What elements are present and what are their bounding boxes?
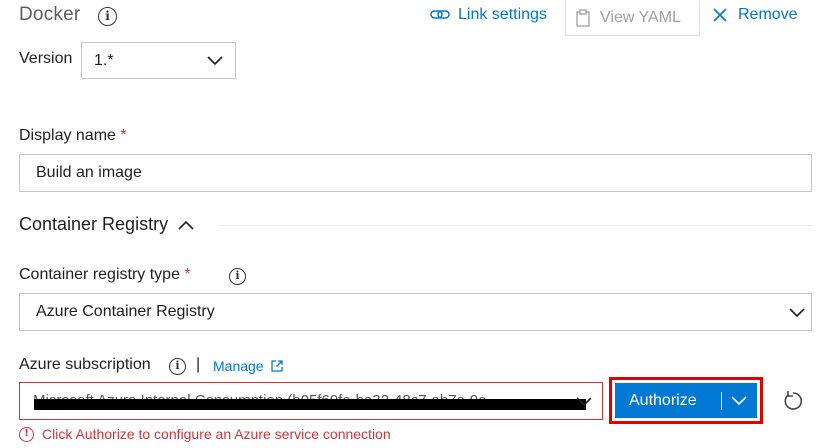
link-icon	[430, 10, 450, 19]
chevron-down-icon	[576, 397, 592, 407]
external-link-icon	[270, 360, 283, 372]
registry-type-select[interactable]: Azure Container Registry	[19, 293, 812, 331]
registry-type-value: Azure Container Registry	[36, 303, 215, 320]
manage-label: Manage	[213, 358, 264, 374]
info-icon[interactable]: i	[98, 7, 117, 26]
separator: |	[196, 356, 201, 373]
version-value: 1.*	[94, 51, 114, 69]
view-yaml-label: View YAML	[600, 8, 681, 26]
display-name-value: Build an image	[36, 164, 142, 181]
subscription-select[interactable]: Microsoft Azure Internal Consumption (b0…	[19, 382, 603, 420]
chevron-up-icon	[178, 220, 194, 230]
container-registry-section-toggle[interactable]: Container Registry	[19, 214, 194, 235]
chevron-down-icon	[207, 56, 223, 66]
display-name-label: Display name *	[19, 127, 127, 145]
close-icon	[713, 8, 727, 22]
authorize-label: Authorize	[629, 391, 697, 409]
link-settings-label: Link settings	[458, 6, 547, 23]
error-text: Click Authorize to configure an Azure se…	[42, 426, 391, 442]
manage-link[interactable]: Manage	[213, 358, 283, 374]
registry-type-label-text: Container registry type	[19, 266, 180, 283]
task-title: Docker	[19, 4, 81, 25]
clipboard-icon	[576, 8, 590, 27]
subscription-error: ! Click Authorize to configure an Azure …	[19, 426, 391, 442]
subscription-label: Azure subscription	[19, 356, 151, 373]
registry-type-label: Container registry type *	[19, 266, 191, 284]
chevron-down-icon[interactable]	[731, 395, 747, 406]
info-icon[interactable]: i	[229, 268, 246, 285]
remove-button[interactable]: Remove	[712, 5, 798, 25]
view-yaml-button[interactable]: View YAML	[565, 0, 700, 36]
version-select[interactable]: 1.*	[81, 42, 236, 79]
display-name-input[interactable]: Build an image	[19, 154, 812, 192]
authorize-button[interactable]: Authorize	[615, 383, 757, 418]
link-settings-button[interactable]: Link settings	[430, 5, 547, 25]
remove-label: Remove	[738, 6, 798, 23]
chevron-down-icon	[789, 308, 805, 318]
redaction-bar	[34, 399, 586, 410]
refresh-button[interactable]	[774, 382, 812, 420]
required-marker: *	[120, 127, 127, 144]
split-divider	[721, 391, 722, 410]
error-icon: !	[19, 426, 34, 442]
section-divider	[218, 225, 812, 226]
display-name-label-text: Display name	[19, 127, 116, 144]
version-label: Version	[19, 50, 73, 67]
required-marker: *	[184, 266, 191, 283]
refresh-icon	[784, 391, 803, 410]
section-title: Container Registry	[19, 214, 169, 234]
info-icon[interactable]: i	[169, 358, 186, 375]
